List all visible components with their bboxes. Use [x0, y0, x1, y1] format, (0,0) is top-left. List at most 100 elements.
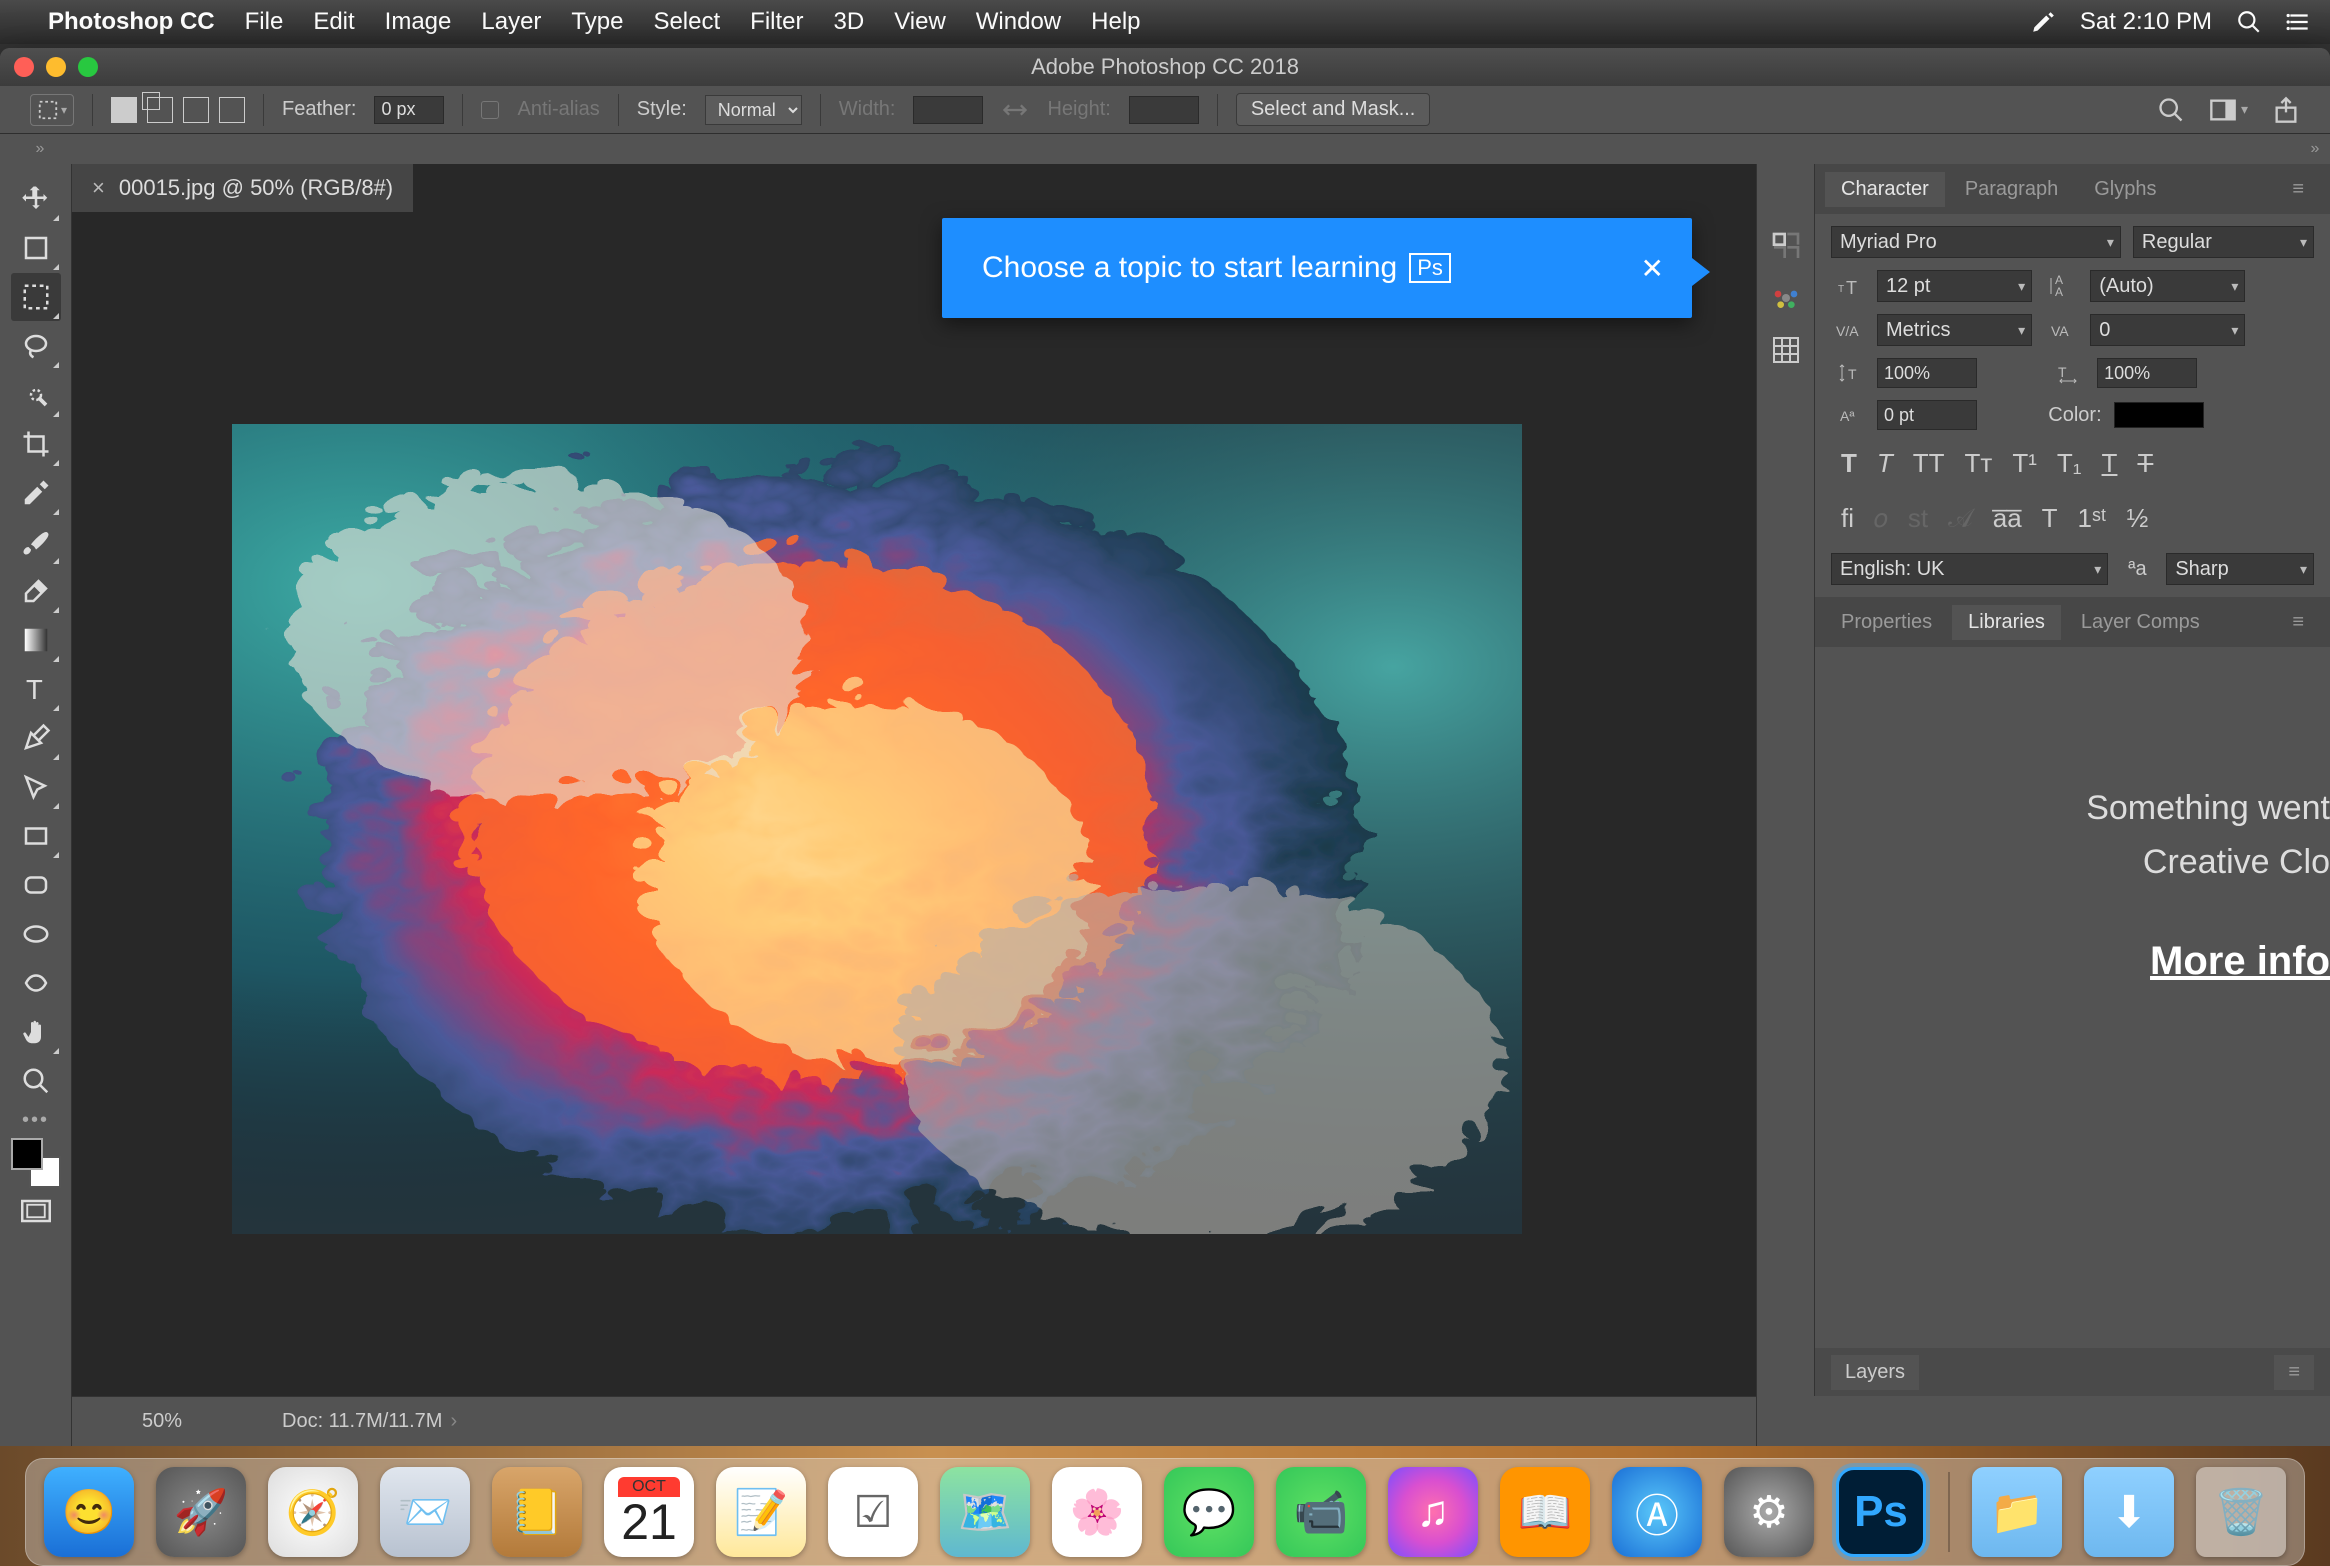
allcaps-button[interactable]: TT [1913, 448, 1945, 479]
dock-messages[interactable]: 💬 [1164, 1467, 1254, 1557]
superscript-button[interactable]: T¹ [2012, 448, 2037, 479]
tab-libraries[interactable]: Libraries [1952, 605, 2061, 640]
dock-appstore[interactable]: Ⓐ [1612, 1467, 1702, 1557]
dock-contacts[interactable]: 📒 [492, 1467, 582, 1557]
dock-launchpad[interactable]: 🚀 [156, 1467, 246, 1557]
dock-facetime[interactable]: 📹 [1276, 1467, 1366, 1557]
history-panel-icon[interactable] [1766, 226, 1806, 266]
vscale-input[interactable] [1877, 358, 1977, 388]
hscale-input[interactable] [2097, 358, 2197, 388]
menu-view[interactable]: View [894, 8, 946, 36]
edit-toolbar[interactable]: ••• [0, 1109, 71, 1132]
underline-button[interactable]: T [2102, 448, 2118, 479]
dock-mail[interactable]: 📨 [380, 1467, 470, 1557]
titling-button[interactable]: T [2042, 503, 2058, 535]
dock-calendar[interactable]: OCT21 [604, 1467, 694, 1557]
dock-ibooks[interactable]: 📖 [1500, 1467, 1590, 1557]
move-tool[interactable] [11, 175, 61, 223]
libraries-panel-menu[interactable]: ≡ [2276, 605, 2320, 640]
zoom-level[interactable]: 50% [102, 1410, 222, 1433]
brush-tool[interactable] [11, 518, 61, 566]
panel-expand-right[interactable]: » [2300, 134, 2330, 164]
screen-mode-button[interactable] [14, 1194, 58, 1228]
ink-tool-icon[interactable] [2030, 9, 2056, 35]
marquee-tool[interactable] [11, 273, 61, 321]
dock-notes[interactable]: 📝 [716, 1467, 806, 1557]
dock-trash[interactable]: 🗑️ [2196, 1467, 2286, 1557]
menu-type[interactable]: Type [571, 8, 623, 36]
ordinals-button[interactable]: 1ˢᵗ [2078, 503, 2107, 535]
close-tab-icon[interactable]: × [92, 175, 105, 201]
bold-button[interactable]: T [1841, 448, 1857, 479]
workspace-switcher[interactable]: ▾ [2209, 96, 2248, 124]
pen-tool[interactable] [11, 714, 61, 762]
window-zoom-button[interactable] [78, 57, 98, 77]
menu-list-icon[interactable] [2286, 9, 2312, 35]
grid-panel-icon[interactable] [1766, 330, 1806, 370]
search-icon[interactable] [2157, 96, 2185, 124]
dock-applications-folder[interactable]: 📁 [1972, 1467, 2062, 1557]
dock-safari[interactable]: 🧭 [268, 1467, 358, 1557]
current-tool-preset[interactable]: ▾ [30, 94, 74, 126]
dock-photoshop[interactable]: Ps [1836, 1467, 1926, 1557]
subscript-button[interactable]: T₁ [2057, 448, 2082, 479]
crop-tool[interactable] [11, 420, 61, 468]
ellipse-tool[interactable] [11, 910, 61, 958]
app-menu[interactable]: Photoshop CC [48, 8, 215, 36]
menu-select[interactable]: Select [653, 8, 720, 36]
canvas[interactable] [232, 424, 1522, 1234]
dock-maps[interactable]: 🗺️ [940, 1467, 1030, 1557]
tab-glyphs[interactable]: Glyphs [2078, 172, 2172, 207]
eyedropper-tool[interactable] [11, 469, 61, 517]
tracking-select[interactable]: 0▾ [2090, 314, 2245, 346]
tab-properties[interactable]: Properties [1825, 605, 1948, 640]
dock-downloads-folder[interactable]: ⬇︎ [2084, 1467, 2174, 1557]
menubar-clock[interactable]: Sat 2:10 PM [2080, 8, 2212, 36]
font-size-select[interactable]: 12 pt▾ [1877, 270, 2032, 302]
dock-itunes[interactable]: ♫ [1388, 1467, 1478, 1557]
menu-help[interactable]: Help [1091, 8, 1140, 36]
baseline-input[interactable] [1877, 400, 1977, 430]
italic-button[interactable]: T [1877, 448, 1893, 479]
rounded-rect-tool[interactable] [11, 861, 61, 909]
dock-settings[interactable]: ⚙︎ [1724, 1467, 1814, 1557]
font-style-select[interactable]: Regular▾ [2133, 226, 2314, 258]
learn-popup-close[interactable]: ✕ [1641, 252, 1664, 285]
spotlight-icon[interactable] [2236, 9, 2262, 35]
rectangle-shape-tool[interactable] [11, 812, 61, 860]
feather-input[interactable] [374, 96, 444, 124]
style-select[interactable]: Normal [705, 95, 802, 125]
contextual-button[interactable]: 𝑜 [1874, 503, 1888, 535]
custom-shape-tool[interactable] [11, 959, 61, 1007]
panel-expand-left[interactable]: » [0, 134, 80, 164]
artboard-tool[interactable] [11, 224, 61, 272]
selection-add[interactable] [147, 97, 173, 123]
ligatures-button[interactable]: fi [1841, 503, 1854, 535]
tab-layers[interactable]: Layers [1831, 1355, 1919, 1390]
dock-finder[interactable]: 😊 [44, 1467, 134, 1557]
character-panel-menu[interactable]: ≡ [2276, 172, 2320, 207]
hand-tool[interactable] [11, 1008, 61, 1056]
fractions-button[interactable]: ½ [2127, 503, 2149, 535]
path-select-tool[interactable] [11, 763, 61, 811]
selection-new[interactable] [111, 97, 137, 123]
dock-reminders[interactable]: ☑︎ [828, 1467, 918, 1557]
eraser-tool[interactable] [11, 567, 61, 615]
leading-select[interactable]: (Auto)▾ [2090, 270, 2245, 302]
type-tool[interactable]: T [11, 665, 61, 713]
tab-paragraph[interactable]: Paragraph [1949, 172, 2074, 207]
zoom-tool[interactable] [11, 1057, 61, 1105]
share-icon[interactable] [2272, 96, 2300, 124]
stylistic-button[interactable]: a̅a̅ [1993, 503, 2022, 535]
select-and-mask-button[interactable]: Select and Mask... [1236, 93, 1431, 126]
menu-window[interactable]: Window [976, 8, 1061, 36]
menu-3d[interactable]: 3D [834, 8, 865, 36]
discretionary-button[interactable]: st [1908, 503, 1928, 535]
foreground-background-colors[interactable] [11, 1138, 61, 1188]
window-close-button[interactable] [14, 57, 34, 77]
selection-subtract[interactable] [183, 97, 209, 123]
document-tab[interactable]: × 00015.jpg @ 50% (RGB/8#) [72, 164, 413, 212]
menu-filter[interactable]: Filter [750, 8, 803, 36]
layers-panel-menu[interactable]: ≡ [2274, 1355, 2314, 1390]
selection-intersect[interactable] [219, 97, 245, 123]
